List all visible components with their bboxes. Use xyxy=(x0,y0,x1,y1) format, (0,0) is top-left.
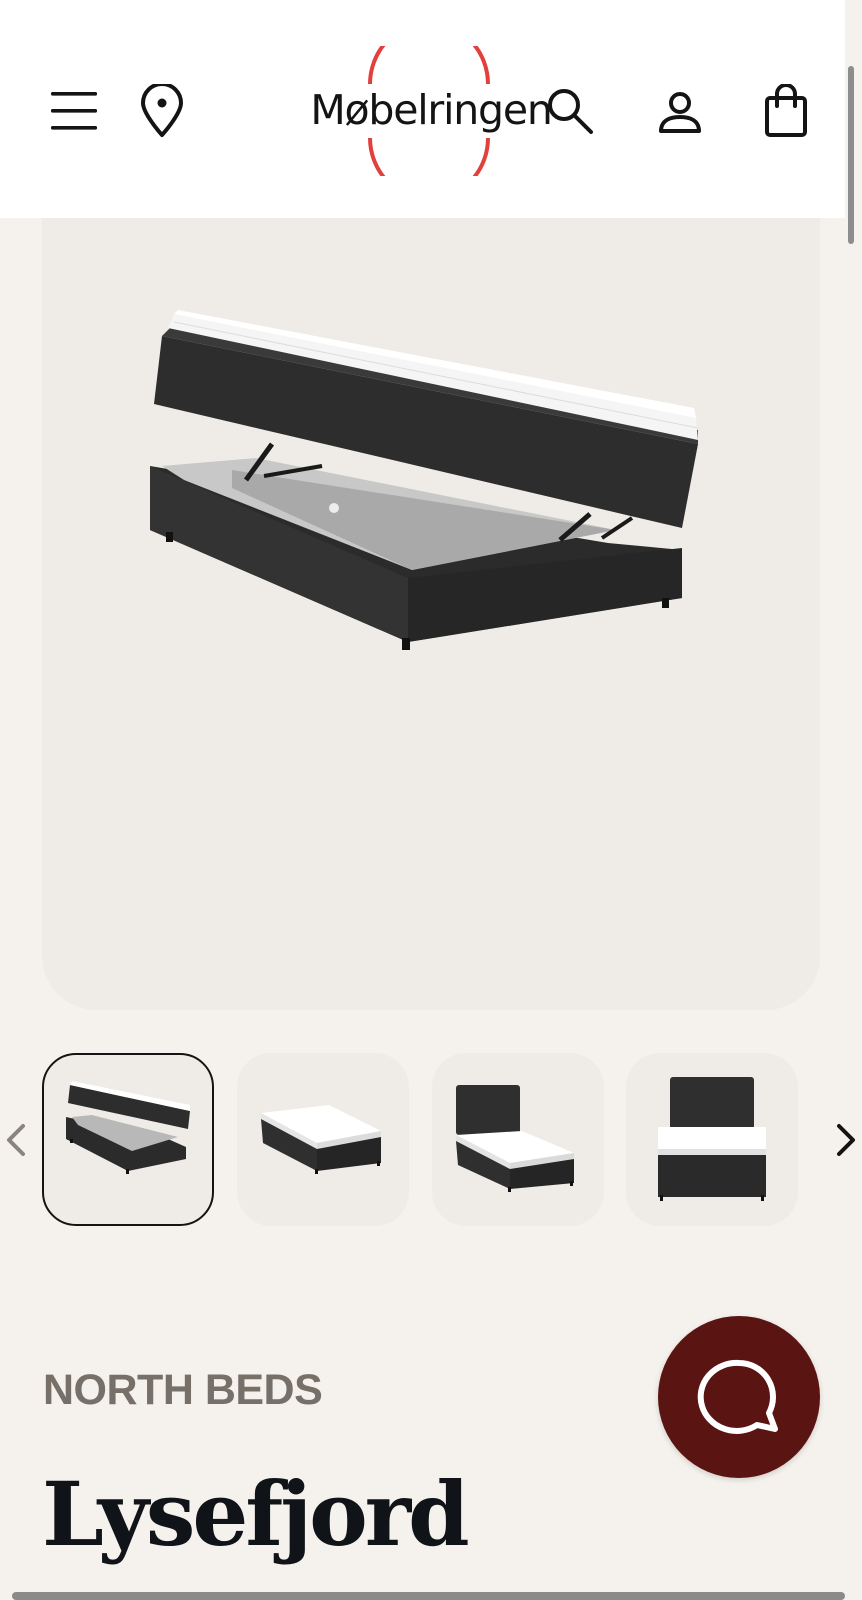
search-icon xyxy=(548,89,593,134)
cart-button[interactable] xyxy=(758,80,814,142)
store-locator-button[interactable] xyxy=(134,80,190,142)
product-title: Lysefjord xyxy=(42,1462,470,1566)
thumbnail-image xyxy=(456,1085,574,1192)
chat-button[interactable] xyxy=(658,1316,820,1478)
menu-button[interactable] xyxy=(46,80,102,142)
user-icon xyxy=(659,92,701,133)
thumbnail-1[interactable] xyxy=(42,1053,214,1226)
chat-bubble-icon xyxy=(697,1359,778,1434)
thumbnail-image xyxy=(261,1105,381,1174)
thumbnail-strip xyxy=(0,1053,862,1227)
account-button[interactable] xyxy=(652,82,708,144)
logo-text: Møbelringen xyxy=(310,86,553,134)
chevron-right-icon xyxy=(837,1124,855,1156)
shopping-bag-icon xyxy=(765,84,807,137)
menu-icon xyxy=(51,92,97,130)
product-brand[interactable]: NORTH BEDS xyxy=(43,1366,323,1415)
gallery-next-button[interactable] xyxy=(832,1112,860,1168)
thumbnail-4[interactable] xyxy=(626,1053,798,1226)
thumbnail-3[interactable] xyxy=(432,1053,604,1226)
thumbnail-2[interactable] xyxy=(237,1053,409,1226)
site-header: Møbelringen xyxy=(0,0,845,218)
thumbnail-image xyxy=(66,1081,190,1174)
location-pin-icon xyxy=(141,84,183,137)
site-logo[interactable]: Møbelringen xyxy=(298,46,564,176)
storage-bed-image xyxy=(150,310,699,650)
page-scrollbar[interactable] xyxy=(848,66,854,244)
search-button[interactable] xyxy=(542,80,598,142)
thumbnail-image xyxy=(658,1077,766,1201)
horizontal-scrollbar[interactable] xyxy=(12,1592,845,1600)
product-image-main[interactable] xyxy=(42,218,820,1010)
